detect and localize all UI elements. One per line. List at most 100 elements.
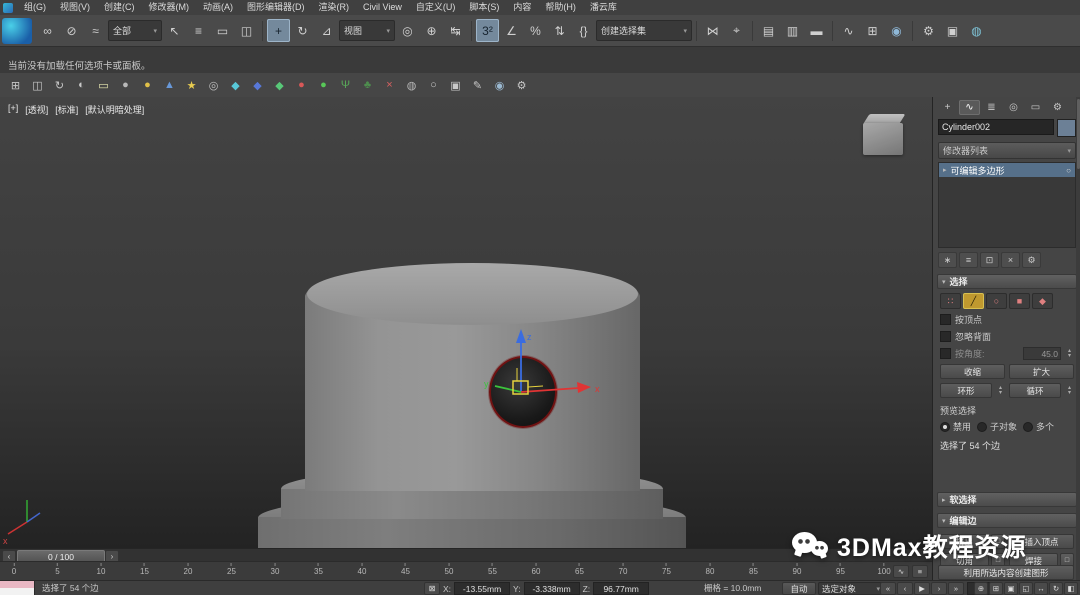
reference-coordinate-dropdown[interactable]: 视图▾ [339,20,395,41]
bind-to-space-warp-icon[interactable]: ≈ [84,19,107,42]
gem-green-tool-icon[interactable]: ◆ [269,75,290,95]
tab-motion[interactable]: ◎ [1003,100,1024,115]
select-object-icon[interactable]: ↖ [163,19,186,42]
eye-tool-icon[interactable]: ◉ [489,75,510,95]
cone-tool-icon[interactable]: ▲ [159,75,180,95]
go-to-start-button[interactable]: « [880,582,896,595]
checkbox-box[interactable] [940,331,951,342]
scene-explorer-icon[interactable]: ▤ [757,19,780,42]
selection-lock-toggle[interactable]: ⊠ [424,582,440,595]
percent-snap-icon[interactable]: % [524,19,547,42]
preview-subobject-radio[interactable]: 子对象 [977,420,1017,433]
select-and-rotate-icon[interactable]: ↻ [291,19,314,42]
delete-tool-icon[interactable]: × [379,75,400,95]
menu-create[interactable]: 创建(C) [97,0,142,15]
zoom-all-icon[interactable]: ⊞ [989,582,1003,595]
rectangular-selection-region-icon[interactable]: ▭ [211,19,234,42]
layer-explorer-icon[interactable]: ▥ [781,19,804,42]
maximize-viewport-icon[interactable]: ◧ [1064,582,1078,595]
viewport-shading-menu[interactable]: [默认明暗处理] [85,103,144,116]
menu-civil-view[interactable]: Civil View [356,0,409,15]
menu-modifiers[interactable]: 修改器(M) [142,0,197,15]
cylinder-base[interactable] [258,517,686,548]
insert-vertex-button[interactable]: 插入顶点 [1009,534,1074,549]
circle-tool-icon[interactable]: ○ [423,75,444,95]
select-by-name-icon[interactable]: ≡ [187,19,210,42]
menu-content[interactable]: 内容 [506,0,538,15]
ribbon-toggle-icon[interactable]: ▬ [805,19,828,42]
menu-graph-editors[interactable]: 图形编辑器(D) [240,0,312,15]
y-coord-field[interactable]: -3.338mm [524,582,580,595]
create-shape-from-selection-button[interactable]: 利用所选内容创建图形 [938,565,1074,580]
menu-panyunku[interactable]: 潘云库 [583,0,624,15]
rotate-tool-icon[interactable]: ↻ [49,75,70,95]
make-unique-icon[interactable]: ⊡ [980,252,999,268]
window-tool-icon[interactable]: ◫ [27,75,48,95]
half-sphere-tool-icon[interactable]: ◐ [71,75,92,95]
pin-stack-icon[interactable]: ∗ [938,252,957,268]
auto-key-button[interactable]: 自动 [782,582,816,595]
tab-modify[interactable]: ∿ [959,100,980,115]
align-icon[interactable]: ⌖ [725,19,748,42]
viewcube-front-face[interactable] [863,123,903,155]
menu-views[interactable]: 视图(V) [53,0,97,15]
border-subobject-icon[interactable]: ○ [986,293,1007,309]
polygon-subobject-icon[interactable]: ■ [1009,293,1030,309]
gem-cyan-tool-icon[interactable]: ◆ [225,75,246,95]
perspective-viewport[interactable]: [+] [透视] [标准] [默认明暗处理] z x y [0,97,933,548]
x-coord-field[interactable]: -13.55mm [454,582,510,595]
track-bar[interactable]: 0510152025303540455055606570758085909510… [0,561,932,581]
menu-help[interactable]: 帮助(H) [538,0,583,15]
pan-icon[interactable]: ↔ [1034,582,1048,595]
curve-editor-icon[interactable]: ∿ [837,19,860,42]
remove-modifier-icon[interactable]: × [1001,252,1020,268]
spin-down-icon[interactable]: ▾ [999,391,1002,396]
extrude-button-settings[interactable]: □ [991,534,1005,549]
annotate-tool-icon[interactable]: ✎ [467,75,488,95]
selection-filter-dropdown[interactable]: 全部▾ [108,20,162,41]
zoom-extents-icon[interactable]: ▣ [1004,582,1018,595]
menu-customize[interactable]: 自定义(U) [409,0,463,15]
menu-rendering[interactable]: 渲染(R) [312,0,357,15]
viewport-pov-menu[interactable]: [透视] [25,103,48,116]
selected-edge-loop[interactable] [489,356,557,428]
mirror-icon[interactable]: ⋈ [701,19,724,42]
tab-create[interactable]: + [937,100,958,115]
select-and-link-icon[interactable]: ∞ [36,19,59,42]
star-tool-icon[interactable]: ★ [181,75,202,95]
grow-button[interactable]: 扩大 [1009,364,1074,379]
window-crossing-icon[interactable]: ◫ [235,19,258,42]
use-pivot-center-icon[interactable]: ◎ [396,19,419,42]
viewport-general-menu[interactable]: [+] [8,103,18,116]
viewcube[interactable] [860,113,906,157]
app-icon[interactable] [3,3,13,13]
previous-frame-button[interactable]: ‹ [897,582,913,595]
ring-spinner[interactable]: ▴ ▾ [996,386,1005,396]
spin-down-icon[interactable]: ▾ [1068,391,1071,396]
keyboard-shortcut-override-icon[interactable]: ↹ [444,19,467,42]
tab-hierarchy[interactable]: ≣ [981,100,1002,115]
preview-multiple-radio[interactable]: 多个 [1023,420,1054,433]
stack-expand-icon[interactable]: ▸ [943,166,947,174]
schematic-view-icon[interactable]: ⊞ [861,19,884,42]
stack-item-editable-poly[interactable]: ▸ 可编辑多边形 ○ [939,163,1075,177]
time-slider[interactable]: ‹ 0 / 100 › [0,548,932,562]
menu-animation[interactable]: 动画(A) [196,0,240,15]
object-name-field[interactable] [938,119,1054,135]
shrink-button[interactable]: 收缩 [940,364,1005,379]
unlink-selection-icon[interactable]: ⊘ [60,19,83,42]
modifier-list-dropdown[interactable]: 修改器列表 ▾ [938,142,1076,159]
menu-scripting[interactable]: 脚本(S) [462,0,506,15]
viewport-render-preset-menu[interactable]: [标准] [55,103,78,116]
named-selection-sets-dropdown[interactable]: 创建选择集▾ [596,20,692,41]
go-to-end-button[interactable]: » [948,582,964,595]
checkbox-box[interactable] [940,314,951,325]
panel-tool-icon[interactable]: ▣ [445,75,466,95]
tree-tool-icon[interactable]: ♣ [357,75,378,95]
render-production-icon[interactable]: ◍ [965,19,988,42]
selection-rollout-header[interactable]: ▾ 选择 [937,274,1077,289]
loop-button[interactable]: 循环 [1009,383,1061,398]
open-mini-curve-editor-icon[interactable]: ∿ [893,565,909,578]
tab-utilities[interactable]: ⚙ [1047,100,1068,115]
settings-tool-icon[interactable]: ⚙ [511,75,532,95]
